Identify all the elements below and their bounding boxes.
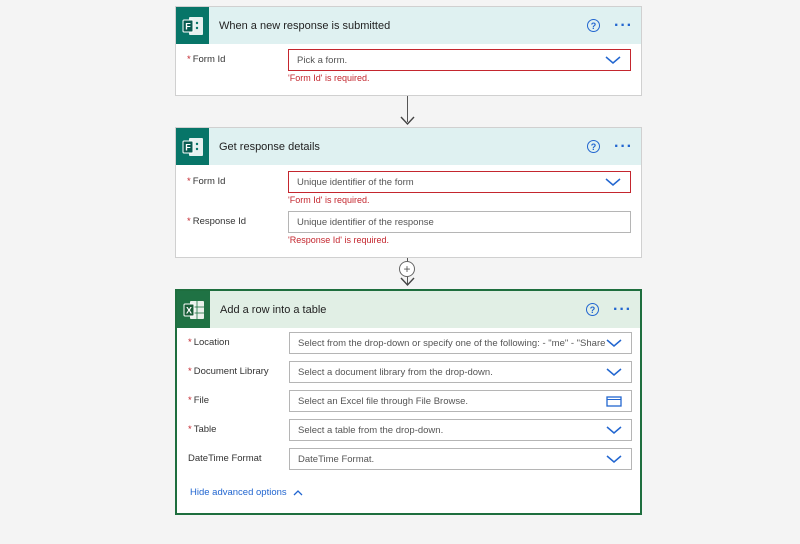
chevron-down-icon [606, 426, 622, 434]
svg-text:X: X [186, 305, 192, 315]
hide-advanced-options-link[interactable]: Hide advanced options [190, 487, 304, 498]
field-label: DateTime Format [188, 453, 262, 464]
location-dropdown[interactable]: Select from the drop-down or specify one… [289, 332, 632, 354]
chevron-down-icon [606, 339, 622, 347]
file-picker[interactable]: Select an Excel file through File Browse… [289, 390, 632, 412]
chevron-down-icon [605, 56, 621, 64]
card-header[interactable]: F Get response details ? ··· [176, 128, 641, 165]
action-card-get-response[interactable]: F Get response details ? ··· * Form Id Un… [175, 127, 642, 258]
error-message: 'Form Id' is required. [288, 195, 370, 205]
field-label: * Location [188, 337, 230, 348]
field-label: * Table [188, 424, 217, 435]
help-icon[interactable]: ? [586, 303, 600, 316]
help-icon[interactable]: ? [587, 19, 601, 32]
chevron-up-icon [293, 489, 303, 495]
field-label: * Form Id [187, 54, 226, 65]
action-card-add-row[interactable]: X Add a row into a table ? ··· * Location… [175, 289, 642, 515]
chevron-down-icon [606, 368, 622, 376]
svg-text:F: F [185, 21, 191, 31]
field-label: * Document Library [188, 366, 269, 377]
card-title: Add a row into a table [220, 303, 327, 316]
card-title: Get response details [219, 140, 320, 153]
svg-text:F: F [185, 142, 191, 152]
form-id-dropdown[interactable]: Pick a form. [288, 49, 631, 71]
card-header[interactable]: X Add a row into a table ? ··· [177, 291, 640, 328]
excel-icon: X [177, 291, 210, 328]
error-message: 'Response Id' is required. [288, 235, 389, 245]
error-message: 'Form Id' is required. [288, 73, 370, 83]
field-label: * Form Id [187, 176, 226, 187]
forms-icon: F [176, 128, 209, 165]
forms-icon: F [176, 7, 209, 44]
more-options-icon[interactable]: ··· [613, 301, 632, 317]
field-label: * File [188, 395, 210, 406]
card-header[interactable]: F When a new response is submitted ? ··· [176, 7, 641, 44]
table-dropdown[interactable]: Select a table from the drop-down. [289, 419, 632, 441]
response-id-input[interactable]: Unique identifier of the response [288, 211, 631, 233]
form-id-dropdown[interactable]: Unique identifier of the form [288, 171, 631, 193]
more-options-icon[interactable]: ··· [614, 138, 633, 154]
chevron-down-icon [606, 455, 622, 463]
document-library-dropdown[interactable]: Select a document library from the drop-… [289, 361, 632, 383]
card-title: When a new response is submitted [219, 19, 391, 32]
chevron-down-icon [605, 178, 621, 186]
help-icon[interactable]: ? [587, 140, 601, 153]
arrow-down-icon [400, 277, 415, 287]
trigger-card[interactable]: F When a new response is submitted ? ···… [175, 6, 642, 96]
arrow-down-icon [400, 116, 415, 126]
field-label: * Response Id [187, 216, 247, 227]
more-options-icon[interactable]: ··· [614, 17, 633, 33]
datetime-format-dropdown[interactable]: DateTime Format. [289, 448, 632, 470]
plus-icon: + [403, 262, 411, 276]
folder-icon[interactable] [605, 395, 623, 407]
add-step-button[interactable]: + [399, 261, 415, 277]
